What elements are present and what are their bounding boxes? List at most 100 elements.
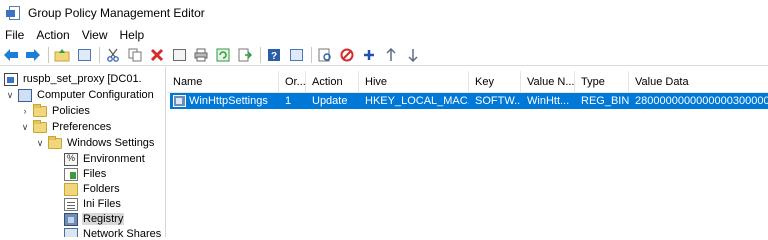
folders-icon — [64, 182, 78, 196]
sort-ascending-icon: ⌃ — [219, 71, 226, 77]
column-header-label: Action — [312, 76, 343, 88]
console-tree: ruspb_set_proxy [DC01. ∨ Computer Config… — [0, 67, 166, 237]
delete-icon[interactable] — [148, 46, 166, 64]
column-header-action[interactable]: Action — [306, 71, 359, 93]
tree-item-windows-settings[interactable]: ∨ Windows Settings — [35, 135, 155, 151]
toolbar-separator — [311, 46, 312, 63]
folder-icon — [33, 119, 47, 133]
column-header-row: Name ⌃ Or... Action Hive Key Value N... … — [167, 71, 768, 93]
column-header-label: Type — [581, 76, 605, 88]
column-header-label: Key — [475, 76, 494, 88]
cell-hive: HKEY_LOCAL_MAC... — [365, 95, 469, 107]
title-bar: Group Policy Management Editor — [0, 0, 768, 26]
registry-item-icon — [173, 95, 186, 107]
column-header-value-data[interactable]: Value Data — [629, 71, 768, 93]
environment-icon — [64, 152, 78, 166]
tree-item-computer-configuration[interactable]: ∨ Computer Configuration — [5, 87, 155, 103]
column-header-label: Hive — [365, 76, 388, 88]
files-icon — [64, 167, 78, 181]
tree-item-preferences[interactable]: ∨ Preferences — [20, 119, 112, 135]
forward-arrow-icon[interactable] — [24, 46, 42, 64]
folder-icon — [33, 103, 47, 117]
up-folder-icon[interactable] — [53, 46, 71, 64]
column-header-hive[interactable]: Hive — [359, 71, 469, 93]
cell-action: Update — [312, 95, 348, 107]
gpo-icon — [4, 72, 18, 86]
toolbar: ? — [0, 44, 768, 66]
toolbar-separator — [260, 46, 261, 63]
folder-icon — [48, 135, 62, 149]
copy-icon[interactable] — [126, 46, 144, 64]
move-down-icon[interactable] — [404, 46, 422, 64]
details-list: Name ⌃ Or... Action Hive Key Value N... … — [167, 67, 768, 237]
tree-item-ini-files[interactable]: Ini Files — [64, 196, 122, 212]
tree-item-label: Network Shares — [83, 228, 162, 237]
computer-icon — [18, 88, 32, 102]
menu-help[interactable]: Help — [114, 28, 151, 42]
show-action-pane-icon[interactable] — [287, 46, 305, 64]
cell-name-text: WinHttpSettings — [189, 95, 268, 107]
tree-item-label: Ini Files — [83, 198, 121, 210]
tree-item-label: Environment — [83, 153, 145, 165]
table-row[interactable]: WinHttpSettings 1 Update HKEY_LOCAL_MAC.… — [170, 93, 768, 109]
back-arrow-icon[interactable] — [2, 46, 20, 64]
tree-item-label: Registry — [82, 213, 125, 225]
tree-item-label: ruspb_set_proxy [DC01. — [23, 73, 142, 85]
add-icon[interactable] — [360, 46, 378, 64]
ini-file-icon — [64, 197, 78, 211]
cell-name: WinHttpSettings — [170, 93, 279, 109]
menu-view[interactable]: View — [76, 28, 114, 42]
column-header-key[interactable]: Key — [469, 71, 521, 93]
column-header-order[interactable]: Or... — [279, 71, 306, 93]
tree-item-label: Preferences — [52, 121, 112, 133]
column-header-label: Name — [173, 76, 203, 88]
cell-order: 1 — [285, 95, 292, 107]
window-title: Group Policy Management Editor — [28, 6, 205, 20]
chevron-right-icon[interactable]: › — [20, 106, 30, 116]
move-up-icon[interactable] — [382, 46, 400, 64]
tree-item-label: Files — [83, 168, 107, 180]
cell-value-name: WinHtt... — [527, 95, 570, 107]
toolbar-separator — [99, 46, 100, 63]
column-header-type[interactable]: Type — [575, 71, 629, 93]
column-header-value-name[interactable]: Value N... — [521, 71, 575, 93]
column-header-name[interactable]: Name ⌃ — [167, 71, 279, 93]
tree-item-label: Windows Settings — [67, 137, 155, 149]
tree-item-files[interactable]: Files — [64, 166, 107, 182]
registry-icon — [64, 212, 78, 226]
help-icon[interactable]: ? — [265, 46, 283, 64]
cell-value-data: 28000000000000003000000 — [635, 95, 768, 107]
disable-icon[interactable] — [338, 46, 356, 64]
tree-item-label: Policies — [52, 105, 90, 117]
toolbar-separator — [48, 46, 49, 63]
network-shares-icon — [64, 227, 78, 237]
menu-file[interactable]: File — [0, 28, 30, 42]
tree-item-label: Computer Configuration — [37, 89, 154, 101]
show-hide-tree-icon[interactable] — [75, 46, 93, 64]
tree-item-policies[interactable]: › Policies — [20, 103, 91, 119]
svg-text:?: ? — [271, 51, 277, 62]
cell-key: SOFTW... — [475, 95, 521, 107]
properties-icon[interactable] — [170, 46, 188, 64]
menu-bar: File Action View Help — [0, 26, 768, 44]
cut-icon[interactable] — [104, 46, 122, 64]
print-icon[interactable] — [192, 46, 210, 64]
menu-action[interactable]: Action — [30, 28, 75, 42]
column-header-label: Value N... — [527, 76, 575, 88]
tree-item-gpo-root[interactable]: ruspb_set_proxy [DC01. — [4, 71, 143, 87]
chevron-down-icon[interactable]: ∨ — [20, 122, 30, 132]
tree-item-registry[interactable]: Registry — [64, 211, 125, 227]
column-header-label: Or... — [285, 76, 306, 88]
chevron-down-icon[interactable]: ∨ — [5, 90, 15, 100]
tree-item-environment[interactable]: Environment — [64, 151, 146, 167]
refresh-icon[interactable] — [214, 46, 232, 64]
export-list-icon[interactable] — [236, 46, 254, 64]
chevron-down-icon[interactable]: ∨ — [35, 138, 45, 148]
tree-item-folders[interactable]: Folders — [64, 181, 121, 197]
group-policy-editor-icon — [6, 6, 22, 20]
tree-item-network-shares[interactable]: Network Shares — [64, 226, 162, 237]
cell-type: REG_BIN... — [581, 95, 629, 107]
display-xml-icon[interactable] — [316, 46, 334, 64]
tree-item-label: Folders — [83, 183, 120, 195]
column-header-label: Value Data — [635, 76, 689, 88]
